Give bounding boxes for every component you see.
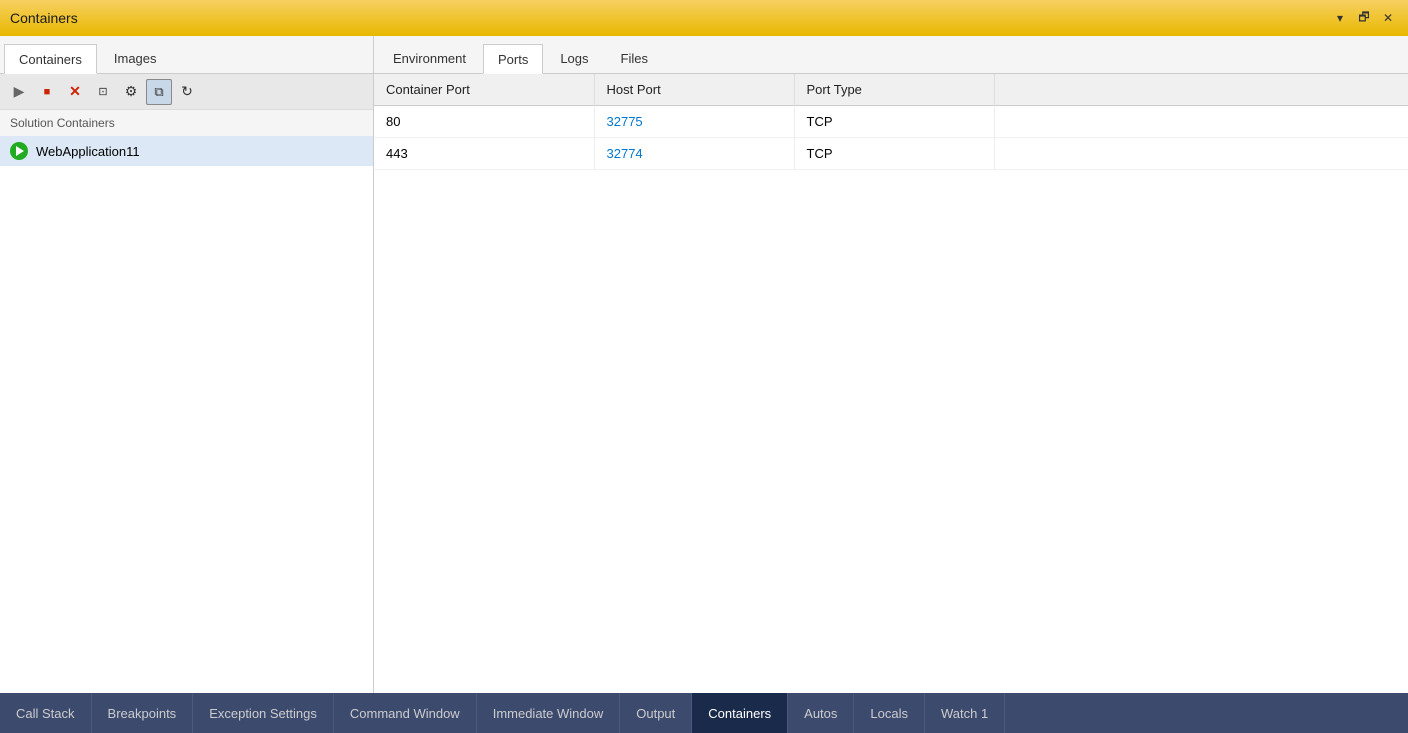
title-bar-controls: ▾ 🗗 ✕ <box>1330 8 1398 28</box>
close-button[interactable]: ✕ <box>1378 8 1398 28</box>
col-header-container-port: Container Port <box>374 74 594 106</box>
dropdown-button[interactable]: ▾ <box>1330 8 1350 28</box>
left-panel: Containers Images ▶ ■ ✕ ⊡ ⚙ ⧉ ↻ Solution… <box>0 36 374 693</box>
cell-host-port[interactable]: 32775 <box>594 106 794 138</box>
right-panel: Environment Ports Logs Files Container P… <box>374 36 1408 693</box>
cell-host-port[interactable]: 32774 <box>594 138 794 170</box>
cell-extra <box>994 106 1408 138</box>
cell-extra <box>994 138 1408 170</box>
bottom-tab-containers-tab[interactable]: Containers <box>692 693 788 733</box>
settings-button[interactable]: ⚙ <box>118 79 144 105</box>
table-row[interactable]: 8032775TCP <box>374 106 1408 138</box>
col-header-host-port: Host Port <box>594 74 794 106</box>
tab-logs[interactable]: Logs <box>545 43 603 73</box>
refresh-button[interactable]: ↻ <box>174 79 200 105</box>
ports-table-container: Container Port Host Port Port Type 80327… <box>374 74 1408 693</box>
bottom-tab-output[interactable]: Output <box>620 693 692 733</box>
bottom-tab-locals[interactable]: Locals <box>854 693 925 733</box>
table-header-row: Container Port Host Port Port Type <box>374 74 1408 106</box>
start-button[interactable]: ▶ <box>6 79 32 105</box>
terminal-button[interactable]: ⊡ <box>90 79 116 105</box>
ports-table: Container Port Host Port Port Type 80327… <box>374 74 1408 170</box>
bottom-tabs-bar: Call StackBreakpointsException SettingsC… <box>0 693 1408 733</box>
cell-container-port: 80 <box>374 106 594 138</box>
bottom-tab-immediate-window[interactable]: Immediate Window <box>477 693 621 733</box>
window-title: Containers <box>10 10 78 26</box>
bottom-tab-watch1[interactable]: Watch 1 <box>925 693 1005 733</box>
cell-port-type: TCP <box>794 138 994 170</box>
container-list: WebApplication11 <box>0 136 373 693</box>
cell-container-port: 443 <box>374 138 594 170</box>
copy-button[interactable]: ⧉ <box>146 79 172 105</box>
tab-files[interactable]: Files <box>606 43 663 73</box>
left-panel-toolbar: ▶ ■ ✕ ⊡ ⚙ ⧉ ↻ <box>0 74 373 110</box>
restore-button[interactable]: 🗗 <box>1354 8 1374 28</box>
table-row[interactable]: 44332774TCP <box>374 138 1408 170</box>
col-header-extra <box>994 74 1408 106</box>
container-item-webapplication11[interactable]: WebApplication11 <box>0 136 373 166</box>
container-item-label: WebApplication11 <box>36 144 140 159</box>
bottom-tab-call-stack[interactable]: Call Stack <box>0 693 92 733</box>
tab-containers[interactable]: Containers <box>4 44 97 74</box>
remove-button[interactable]: ✕ <box>62 79 88 105</box>
left-panel-tabs: Containers Images <box>0 36 373 74</box>
bottom-tab-command-window[interactable]: Command Window <box>334 693 477 733</box>
bottom-tab-breakpoints[interactable]: Breakpoints <box>92 693 194 733</box>
tab-environment[interactable]: Environment <box>378 43 481 73</box>
cell-port-type: TCP <box>794 106 994 138</box>
main-area: Containers Images ▶ ■ ✕ ⊡ ⚙ ⧉ ↻ Solution… <box>0 36 1408 693</box>
section-label: Solution Containers <box>0 110 373 136</box>
title-bar: Containers ▾ 🗗 ✕ <box>0 0 1408 36</box>
tab-ports[interactable]: Ports <box>483 44 543 74</box>
tab-images[interactable]: Images <box>99 43 172 73</box>
running-icon <box>10 142 28 160</box>
bottom-tab-exception-settings[interactable]: Exception Settings <box>193 693 334 733</box>
bottom-tab-autos[interactable]: Autos <box>788 693 854 733</box>
stop-button[interactable]: ■ <box>34 79 60 105</box>
content-tabs: Environment Ports Logs Files <box>374 36 1408 74</box>
col-header-port-type: Port Type <box>794 74 994 106</box>
